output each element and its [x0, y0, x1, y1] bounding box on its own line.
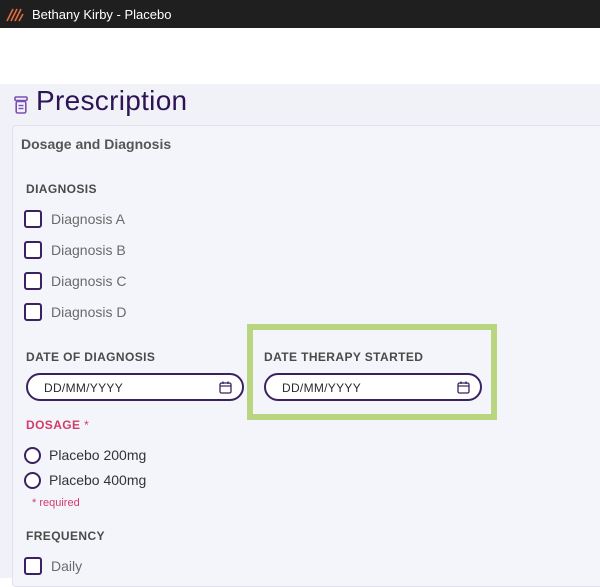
required-marker: *	[84, 418, 90, 432]
prescription-bottle-icon	[14, 96, 28, 114]
diagnosis-label: DIAGNOSIS	[26, 182, 97, 196]
date-of-diagnosis-label: DATE OF DIAGNOSIS	[26, 350, 156, 364]
diagnosis-option-label: Diagnosis A	[51, 211, 125, 227]
daily-checkbox[interactable]	[24, 557, 42, 575]
dosage-label-text: DOSAGE	[26, 418, 81, 432]
page-header: Prescription	[14, 84, 187, 118]
diagnosis-option-a[interactable]: Diagnosis A	[24, 208, 125, 230]
calendar-icon[interactable]	[457, 381, 470, 394]
diagnosis-option-b[interactable]: Diagnosis B	[24, 239, 126, 261]
dosage-400mg-radio[interactable]	[24, 471, 41, 489]
frequency-option-daily[interactable]: Daily	[24, 555, 82, 577]
page-title: Prescription	[36, 85, 188, 116]
calendar-icon[interactable]	[219, 381, 232, 394]
window-titlebar: Bethany Kirby - Placebo	[0, 0, 600, 28]
dosage-option-label: Placebo 200mg	[49, 447, 147, 463]
window-title: Bethany Kirby - Placebo	[32, 6, 172, 22]
diagnosis-d-checkbox[interactable]	[24, 303, 42, 321]
diagnosis-option-label: Diagnosis C	[51, 273, 127, 289]
diagnosis-a-checkbox[interactable]	[24, 210, 42, 228]
date-of-diagnosis-input[interactable]	[42, 380, 196, 396]
required-note: * required	[32, 497, 80, 509]
card-header: Dosage and Diagnosis	[21, 136, 172, 152]
diagnosis-option-c[interactable]: Diagnosis C	[24, 270, 126, 292]
date-therapy-started-field[interactable]	[264, 373, 482, 401]
dosage-label: DOSAGE *	[26, 418, 89, 432]
app-logo-icon	[6, 8, 24, 22]
diagnosis-option-d[interactable]: Diagnosis D	[24, 301, 126, 323]
date-of-diagnosis-field[interactable]	[26, 373, 244, 401]
date-therapy-started-label: DATE THERAPY STARTED	[264, 350, 424, 364]
diagnosis-option-label: Diagnosis D	[51, 304, 127, 320]
highlight-box	[247, 324, 497, 420]
diagnosis-b-checkbox[interactable]	[24, 241, 42, 259]
dosage-option-label: Placebo 400mg	[49, 472, 147, 488]
frequency-option-label: Daily	[51, 558, 83, 574]
diagnosis-option-label: Diagnosis B	[51, 242, 126, 258]
diagnosis-c-checkbox[interactable]	[24, 272, 42, 290]
date-therapy-started-input[interactable]	[280, 380, 434, 396]
frequency-label: FREQUENCY	[26, 529, 105, 543]
dosage-option-400mg[interactable]: Placebo 400mg	[24, 469, 146, 491]
dosage-option-200mg[interactable]: Placebo 200mg	[24, 444, 146, 466]
dosage-200mg-radio[interactable]	[24, 446, 41, 464]
